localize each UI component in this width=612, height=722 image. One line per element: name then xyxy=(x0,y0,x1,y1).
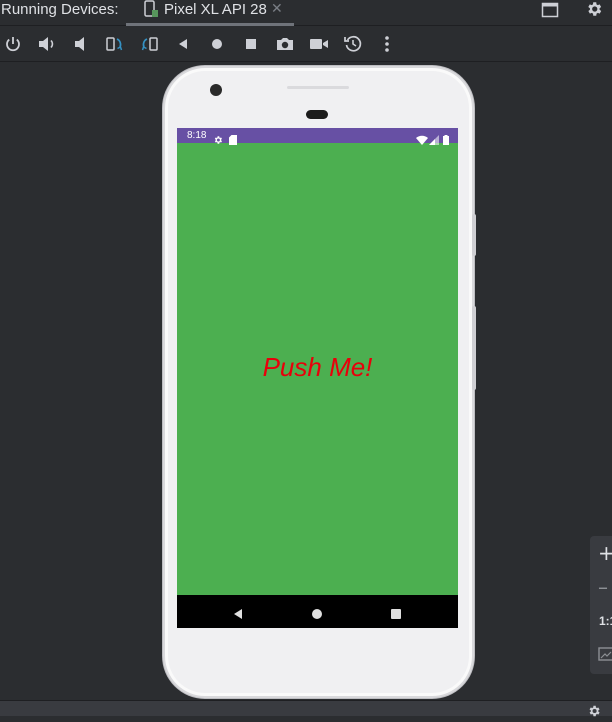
settings-gear-icon xyxy=(213,130,223,149)
volume-up-button[interactable] xyxy=(37,34,57,54)
volume-down-icon xyxy=(75,37,84,51)
earpiece-speaker xyxy=(306,110,328,119)
zoom-out-button[interactable]: – xyxy=(598,576,608,598)
more-options-button[interactable] xyxy=(377,34,397,54)
settings-gear-icon[interactable] xyxy=(587,703,601,722)
phone-top-edge xyxy=(287,86,349,89)
camera-icon xyxy=(277,38,293,50)
front-camera xyxy=(210,84,222,96)
more-vertical-icon xyxy=(385,36,389,52)
volume-down-button[interactable] xyxy=(71,34,91,54)
settings-gear-icon[interactable] xyxy=(585,0,603,22)
back-button[interactable] xyxy=(173,34,193,54)
nav-home-icon[interactable] xyxy=(311,605,323,624)
screen-record-button[interactable] xyxy=(309,34,329,54)
push-me-label[interactable]: Push Me! xyxy=(177,352,458,382)
rotate-left-icon xyxy=(106,37,123,51)
wifi-icon xyxy=(416,130,428,149)
power-icon xyxy=(6,37,20,52)
status-bar: 8:18 xyxy=(177,128,458,145)
status-time: 8:18 xyxy=(187,130,207,141)
tab-active-indicator xyxy=(126,23,294,26)
device-screen[interactable]: 8:18 Push Me! xyxy=(177,128,458,628)
device-tab-icon xyxy=(143,0,159,22)
tool-window-header: Running Devices: Pixel XL API 28 ✕ xyxy=(0,0,612,26)
tab-label: Pixel XL API 28 xyxy=(164,1,267,18)
zoom-controls: + – 1:1 xyxy=(590,536,612,674)
screenshot-button[interactable] xyxy=(275,34,295,54)
volume-up-icon xyxy=(39,37,54,51)
actual-size-button[interactable]: 1:1 xyxy=(599,614,612,628)
power-button[interactable] xyxy=(3,34,23,54)
system-nav-bar xyxy=(177,595,458,628)
rotate-right-icon xyxy=(141,37,158,51)
home-button[interactable] xyxy=(207,34,227,54)
tool-window-title: Running Devices: xyxy=(1,1,119,18)
signal-icon xyxy=(429,130,439,149)
back-triangle-icon xyxy=(179,39,187,49)
rotate-left-button[interactable] xyxy=(105,34,125,54)
emulator-toolbar xyxy=(0,27,612,62)
tab-pixel-xl-api-28[interactable]: Pixel XL API 28 ✕ xyxy=(126,0,294,26)
snapshot-button[interactable] xyxy=(343,34,363,54)
phone-volume-rocker xyxy=(472,214,476,256)
phone-power-key xyxy=(472,306,476,390)
zoom-in-button[interactable]: + xyxy=(598,542,612,564)
nav-recents-icon[interactable] xyxy=(390,605,402,624)
sd-card-icon xyxy=(229,130,237,149)
nav-back-icon[interactable] xyxy=(232,605,244,624)
overview-button[interactable] xyxy=(241,34,261,54)
overview-square-icon xyxy=(246,39,256,49)
rotate-right-button[interactable] xyxy=(139,34,159,54)
restore-window-icon[interactable] xyxy=(541,1,559,23)
bottom-status-strip xyxy=(0,700,612,717)
home-circle-icon xyxy=(212,39,222,49)
fit-screen-icon[interactable] xyxy=(598,646,612,665)
battery-icon xyxy=(443,130,449,149)
close-icon[interactable]: ✕ xyxy=(271,0,283,18)
video-camera-icon xyxy=(310,39,328,49)
snapshot-restore-icon xyxy=(344,35,362,52)
